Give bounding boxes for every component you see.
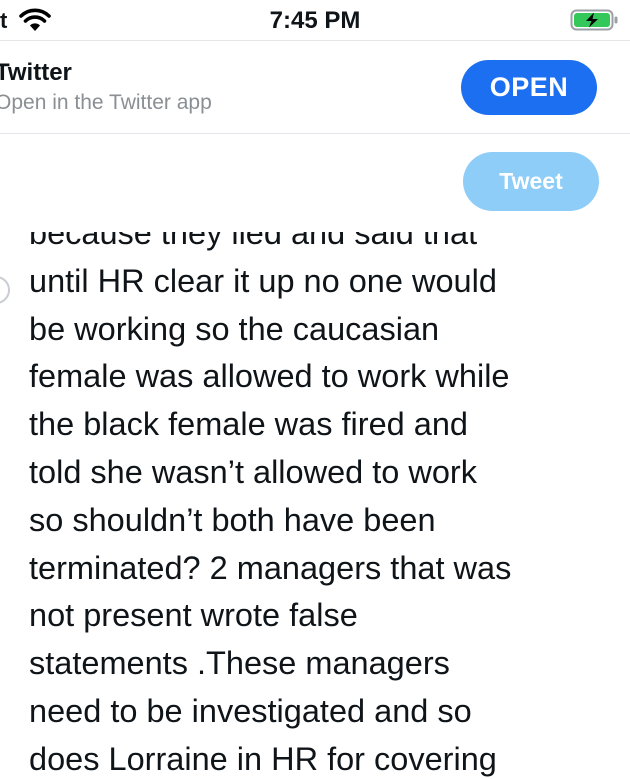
app-name: Twitter — [0, 59, 72, 86]
status-time: 7:45 PM — [269, 7, 361, 34]
app-banner-subtitle: Open in the Twitter app — [0, 91, 212, 114]
battery-charging-icon — [570, 9, 618, 31]
tweet-text-clip: because they lied and said that until HR… — [29, 232, 630, 779]
tweet-text-input[interactable]: because they lied and said that until HR… — [29, 232, 609, 779]
avatar — [0, 276, 10, 304]
open-app-button[interactable]: OPEN — [461, 60, 597, 115]
tweet-compose-area[interactable]: because they lied and said that until HR… — [0, 232, 630, 779]
status-bar: t 7:45 PM — [0, 0, 630, 40]
app-banner: Twitter Open in the Twitter app OPEN — [0, 40, 630, 134]
tweet-button[interactable]: Tweet — [463, 152, 599, 211]
